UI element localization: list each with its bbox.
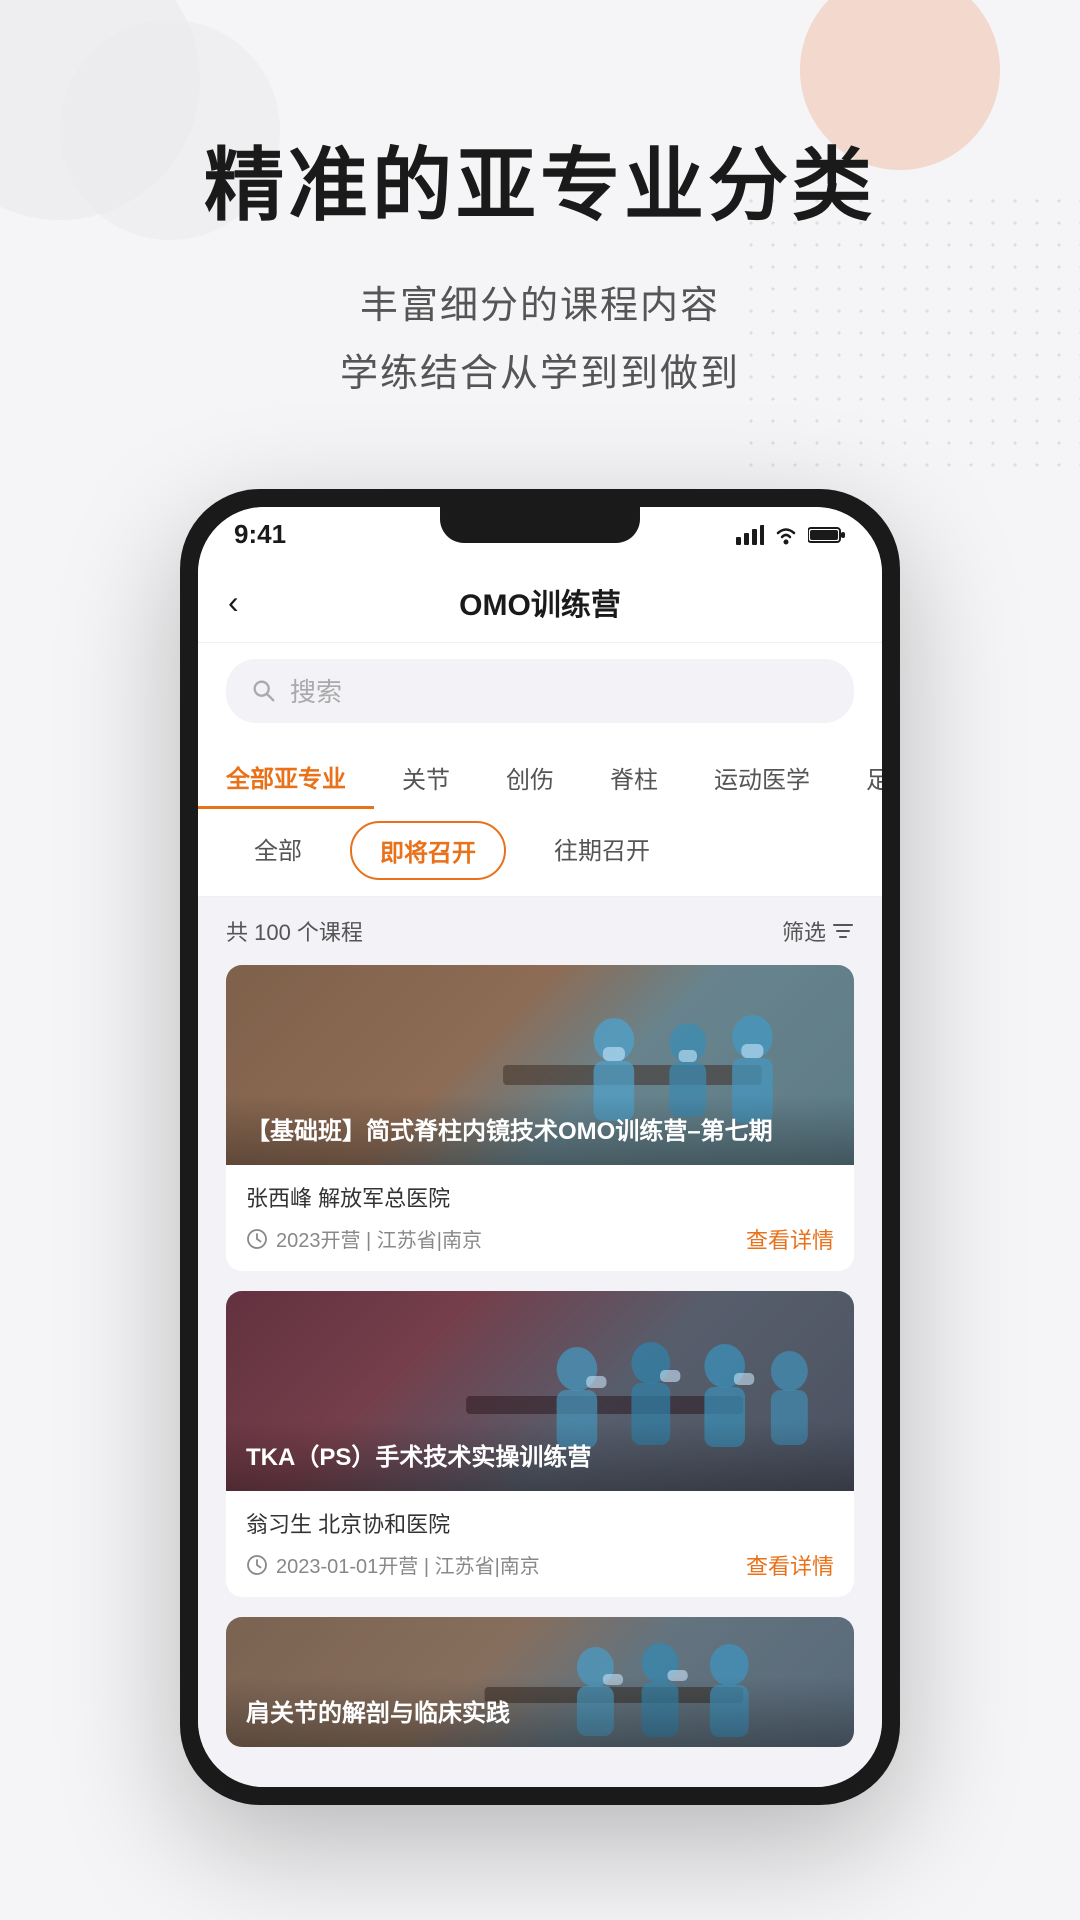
status-time: 9:41 xyxy=(234,519,286,550)
subtitle-line2: 学练结合从学到到做到 xyxy=(340,353,740,395)
course-card-0[interactable]: 【基础班】简式脊柱内镜技术OMO训练营–第七期 张西峰 解放军总医院 2 xyxy=(226,965,854,1271)
card-author-0: 张西峰 解放军总医院 xyxy=(246,1181,834,1213)
phone-screen: 9:41 xyxy=(198,507,882,1787)
bottom-space xyxy=(198,1747,882,1787)
category-tabs: 全部亚专业 关节 创伤 脊柱 运动医学 足跖 xyxy=(198,739,882,813)
card-title-1: TKA（PS）手术技术实操训练营 xyxy=(246,1441,834,1475)
card-meta-0: 2023开营 | 江苏省|南京 查看详情 xyxy=(246,1223,834,1255)
filter-button[interactable]: 筛选 xyxy=(782,915,854,947)
sub-filter-upcoming[interactable]: 即将召开 xyxy=(350,821,506,880)
card-info-0: 张西峰 解放军总医院 2023开营 | 江苏省|南京 查看详情 xyxy=(226,1165,854,1271)
back-button[interactable]: ‹ xyxy=(228,584,278,621)
card-title-2: 肩关节的解剖与临床实践 xyxy=(246,1697,834,1731)
card-link-1[interactable]: 查看详情 xyxy=(746,1549,834,1581)
card-title-0: 【基础班】简式脊柱内镜技术OMO训练营–第七期 xyxy=(246,1115,834,1149)
clock-icon-1 xyxy=(246,1554,268,1576)
filter-icon xyxy=(832,922,854,940)
card-overlay-2: 肩关节的解剖与临床实践 xyxy=(226,1677,854,1747)
filter-label: 筛选 xyxy=(782,915,826,947)
hero-title: 精准的亚专业分类 xyxy=(0,140,1080,232)
card-author-1: 翁习生 北京协和医院 xyxy=(246,1507,834,1539)
card-time-text-1: 2023-01-01开营 | 江苏省|南京 xyxy=(276,1550,540,1579)
sub-filter-row: 全部 即将召开 往期召开 xyxy=(198,813,882,897)
course-card-2[interactable]: 肩关节的解剖与临床实践 xyxy=(226,1617,854,1747)
card-info-1: 翁习生 北京协和医院 2023-01-01开营 | 江苏省|南京 查看详情 xyxy=(226,1491,854,1597)
hero-subtitle: 丰富细分的课程内容 学练结合从学到到做到 xyxy=(0,272,1080,409)
card-overlay-0: 【基础班】简式脊柱内镜技术OMO训练营–第七期 xyxy=(226,1095,854,1165)
card-image-0: 【基础班】简式脊柱内镜技术OMO训练营–第七期 xyxy=(226,965,854,1165)
courses-list: 【基础班】简式脊柱内镜技术OMO训练营–第七期 张西峰 解放军总医院 2 xyxy=(198,965,882,1747)
card-image-2: 肩关节的解剖与临床实践 xyxy=(226,1617,854,1747)
category-tab-3[interactable]: 脊柱 xyxy=(582,748,686,807)
phone-mockup: 9:41 xyxy=(0,489,1080,1805)
subtitle-line1: 丰富细分的课程内容 xyxy=(360,285,720,327)
phone-notch xyxy=(440,507,640,543)
card-time-1: 2023-01-01开营 | 江苏省|南京 xyxy=(246,1550,540,1579)
category-tab-4[interactable]: 运动医学 xyxy=(686,748,838,807)
clock-icon-0 xyxy=(246,1228,268,1250)
hero-section: 精准的亚专业分类 丰富细分的课程内容 学练结合从学到到做到 xyxy=(0,0,1080,409)
status-icons xyxy=(736,525,846,545)
phone-frame: 9:41 xyxy=(180,489,900,1805)
course-card-1[interactable]: TKA（PS）手术技术实操训练营 翁习生 北京协和医院 2023-01- xyxy=(226,1291,854,1597)
card-overlay-1: TKA（PS）手术技术实操训练营 xyxy=(226,1421,854,1491)
signal-icon xyxy=(736,525,764,545)
search-bar[interactable]: 搜索 xyxy=(226,659,854,723)
nav-bar: ‹ OMO训练营 xyxy=(198,563,882,643)
sub-filter-past[interactable]: 往期召开 xyxy=(526,821,678,880)
nav-title: OMO训练营 xyxy=(459,580,621,624)
wifi-icon xyxy=(772,525,800,545)
battery-icon xyxy=(808,525,846,545)
category-tab-5[interactable]: 足跖 xyxy=(838,748,882,807)
count-row: 共 100 个课程 筛选 xyxy=(198,897,882,965)
card-time-text-0: 2023开营 | 江苏省|南京 xyxy=(276,1224,482,1253)
course-count: 共 100 个课程 xyxy=(226,915,363,947)
search-placeholder-text: 搜索 xyxy=(290,672,342,709)
sub-filter-all[interactable]: 全部 xyxy=(226,821,330,880)
category-tab-2[interactable]: 创伤 xyxy=(478,748,582,807)
search-container: 搜索 xyxy=(198,643,882,739)
card-time-0: 2023开营 | 江苏省|南京 xyxy=(246,1224,482,1253)
card-meta-1: 2023-01-01开营 | 江苏省|南京 查看详情 xyxy=(246,1549,834,1581)
category-tab-1[interactable]: 关节 xyxy=(374,748,478,807)
card-link-0[interactable]: 查看详情 xyxy=(746,1223,834,1255)
card-image-1: TKA（PS）手术技术实操训练营 xyxy=(226,1291,854,1491)
category-tab-0[interactable]: 全部亚专业 xyxy=(198,747,374,809)
search-icon xyxy=(250,677,278,705)
